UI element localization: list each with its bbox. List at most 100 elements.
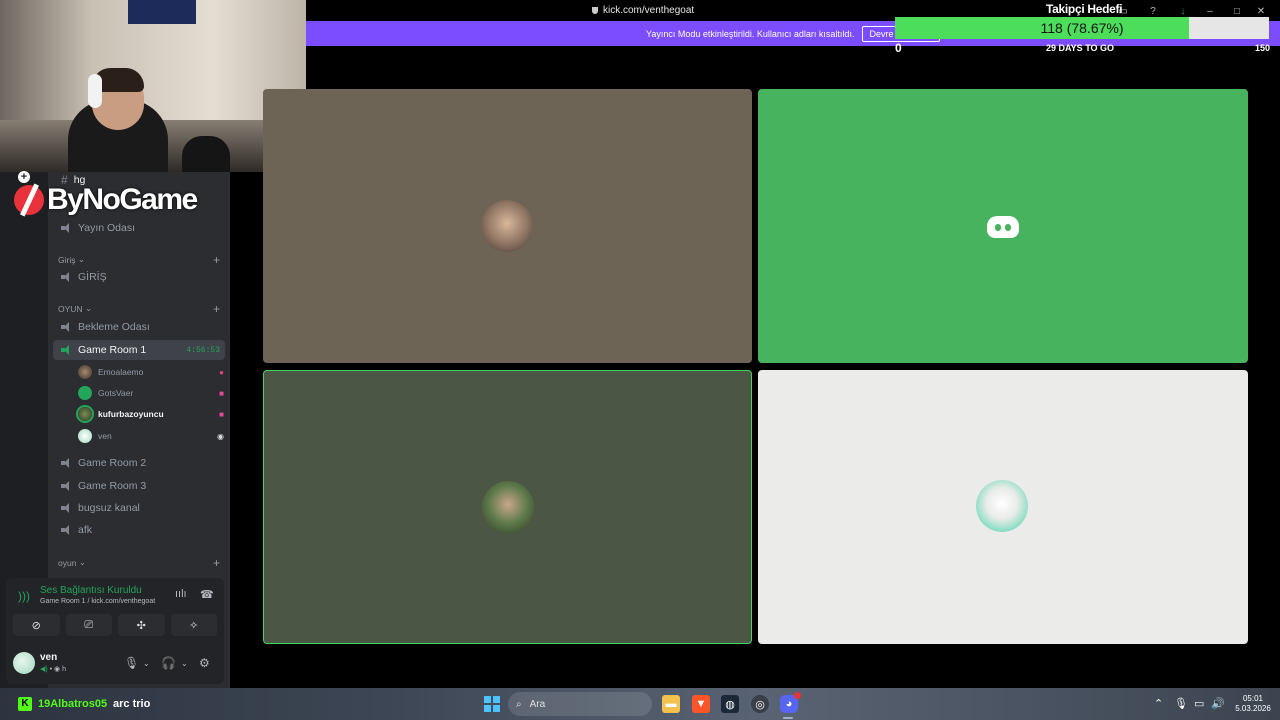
file-explorer-icon[interactable]: ▬ [662, 695, 680, 713]
headphones-icon[interactable]: 🎧 [161, 656, 176, 670]
channel-label: GİRİŞ [78, 271, 107, 283]
avatar [976, 480, 1028, 532]
avatar [78, 407, 92, 421]
camera-off-button[interactable]: ⊘ [13, 614, 60, 636]
steam-icon[interactable]: ◍ [721, 695, 739, 713]
disconnect-icon[interactable]: ☎ [200, 588, 214, 601]
headphones-icon [88, 74, 102, 108]
voice-user[interactable]: kufurbazoyuncu ■ [78, 405, 224, 423]
follower-goal-min: 0 [895, 41, 902, 55]
category-oyun[interactable]: OYUN ⌄ + [58, 302, 220, 316]
voice-user[interactable]: ven ◉ [78, 427, 224, 445]
avatar [78, 386, 92, 400]
avatar [78, 429, 92, 443]
stream-title: arc trio [113, 698, 151, 710]
voice-user-name: kufurbazoyuncu [98, 409, 164, 419]
voice-user[interactable]: Emoalaemo ● [78, 363, 224, 381]
video-tile-user-4[interactable] [758, 370, 1248, 644]
active-app-indicator [783, 717, 793, 719]
user-name[interactable]: ven [40, 652, 57, 663]
display-icon[interactable]: ▭ [1194, 697, 1204, 710]
screen-share-button[interactable]: ⎚ [65, 614, 112, 636]
microphone-icon[interactable]: 🎙 [124, 656, 139, 670]
voice-connection-channel[interactable]: Game Room 1 / kick.com/venthegoat [40, 598, 155, 605]
taskbar-search[interactable]: ⌕ Ara [508, 692, 652, 716]
voice-connection-status[interactable]: Ses Bağlantısı Kuruldu [40, 585, 142, 596]
follower-goal-bar: 118 (78.67%) [895, 17, 1269, 39]
voice-action-row: ⊘ ⎚ ✣ ✧ [13, 614, 217, 636]
channel-bugsuz-kanal[interactable]: bugsuz kanal [53, 498, 225, 518]
add-channel-icon[interactable]: + [213, 556, 220, 570]
activities-button[interactable]: ✣ [118, 614, 165, 636]
camera-off-icon: ⊘ [31, 619, 41, 632]
system-clock[interactable]: 05:01 5.03.2026 [1233, 694, 1273, 714]
channel-game-room-3[interactable]: Game Room 3 [53, 476, 225, 496]
category-oyun-2[interactable]: oyun ⌄ + [58, 556, 220, 570]
activity-icon: ■ [219, 388, 224, 398]
channel-bekleme-odasi[interactable]: Bekleme Odası [53, 317, 225, 337]
webcam-poster [128, 0, 196, 24]
user-status: ◀) • ◉ h [40, 666, 67, 673]
speaker-icon [61, 458, 72, 468]
avatar [78, 365, 92, 379]
channel-label: bugsuz kanal [78, 502, 140, 514]
microphone-tray-icon[interactable]: 🎙 [1174, 697, 1188, 710]
speaker-icon [61, 481, 72, 491]
clock-date: 5.03.2026 [1235, 704, 1271, 713]
channel-label: Yayın Odası [78, 222, 136, 234]
streamer-mode-message: Yayıncı Modu etkinleştirildi. Kullanıcı … [646, 28, 855, 39]
bynogame-logo: ByNoGame [14, 183, 198, 217]
channel-label: Game Room 3 [78, 480, 147, 492]
chevron-up-icon[interactable]: ⌃ [1154, 697, 1163, 710]
kick-logo-icon: K [18, 697, 32, 711]
category-giris[interactable]: Giriş ⌄ + [58, 253, 220, 267]
channel-game-room-1[interactable]: Game Room 1 4:56:53 [53, 340, 225, 360]
chevron-down-icon: ⌄ [77, 254, 85, 264]
clock-time: 05:01 [1242, 694, 1264, 703]
noise-suppression-icon[interactable]: ıılı [175, 588, 187, 600]
voice-user-name: GotsVaer [98, 388, 134, 398]
volume-icon[interactable]: 🔊 [1211, 697, 1225, 710]
webcam-overlay [0, 0, 306, 172]
category-label: OYUN [58, 303, 83, 314]
follower-goal-days-left: 29 DAYS TO GO [1046, 43, 1115, 53]
follower-goal-max: 150 [1255, 43, 1271, 53]
follower-goal-progress: 118 (78.67%) [1040, 20, 1124, 36]
channel-giris[interactable]: GİRİŞ [53, 267, 225, 287]
speaker-icon [61, 345, 72, 355]
screen-share-icon: ⎚ [84, 618, 94, 631]
channel-label: afk [78, 524, 93, 536]
voice-user[interactable]: GotsVaer ■ [78, 384, 224, 402]
notification-badge [794, 692, 801, 699]
speaker-icon [61, 322, 72, 332]
taskbar: K 19Albatros05 arc trio ⌕ Ara ▬ ▼ ◍ ◎ ◕ … [0, 688, 1280, 720]
add-server-icon[interactable]: + [18, 171, 30, 183]
channel-afk[interactable]: afk [53, 520, 225, 540]
channel-yayin-odasi[interactable]: Yayın Odası [53, 218, 225, 238]
speaker-icon [61, 223, 72, 233]
voice-user-name: ven [98, 431, 112, 441]
chevron-down-icon[interactable]: ⌄ [181, 659, 188, 668]
chevron-down-icon[interactable]: ⌄ [143, 659, 150, 668]
windows-start-icon[interactable] [484, 696, 500, 712]
gear-icon[interactable]: ⚙ [199, 656, 210, 670]
address-bar[interactable]: kick.com/venthegoat [592, 5, 694, 16]
obs-icon[interactable]: ◎ [751, 695, 769, 713]
category-label: oyun [58, 557, 77, 568]
soundboard-button[interactable]: ✧ [170, 614, 217, 636]
video-tile-user-2[interactable] [758, 89, 1248, 363]
video-tile-user-1[interactable] [263, 89, 752, 363]
avatar [481, 200, 533, 252]
address-text: kick.com/venthegoat [603, 5, 695, 16]
add-channel-icon[interactable]: + [213, 253, 220, 267]
brave-browser-icon[interactable]: ▼ [692, 695, 710, 713]
search-placeholder: Ara [529, 698, 546, 710]
voice-connection-panel: ))) Ses Bağlantısı Kuruldu Game Room 1 /… [6, 578, 224, 642]
channel-list: # hg Yayın Odası Giriş ⌄ + GİRİŞ OYUN ⌄ … [48, 172, 230, 577]
avatar[interactable] [13, 652, 35, 674]
add-channel-icon[interactable]: + [213, 302, 220, 316]
follower-goal-title: Takipçi Hedefi [1046, 2, 1123, 16]
channel-game-room-2[interactable]: Game Room 2 [53, 453, 225, 473]
video-tile-user-3-speaking[interactable] [263, 370, 752, 644]
activity-icon: ■ [219, 409, 224, 419]
